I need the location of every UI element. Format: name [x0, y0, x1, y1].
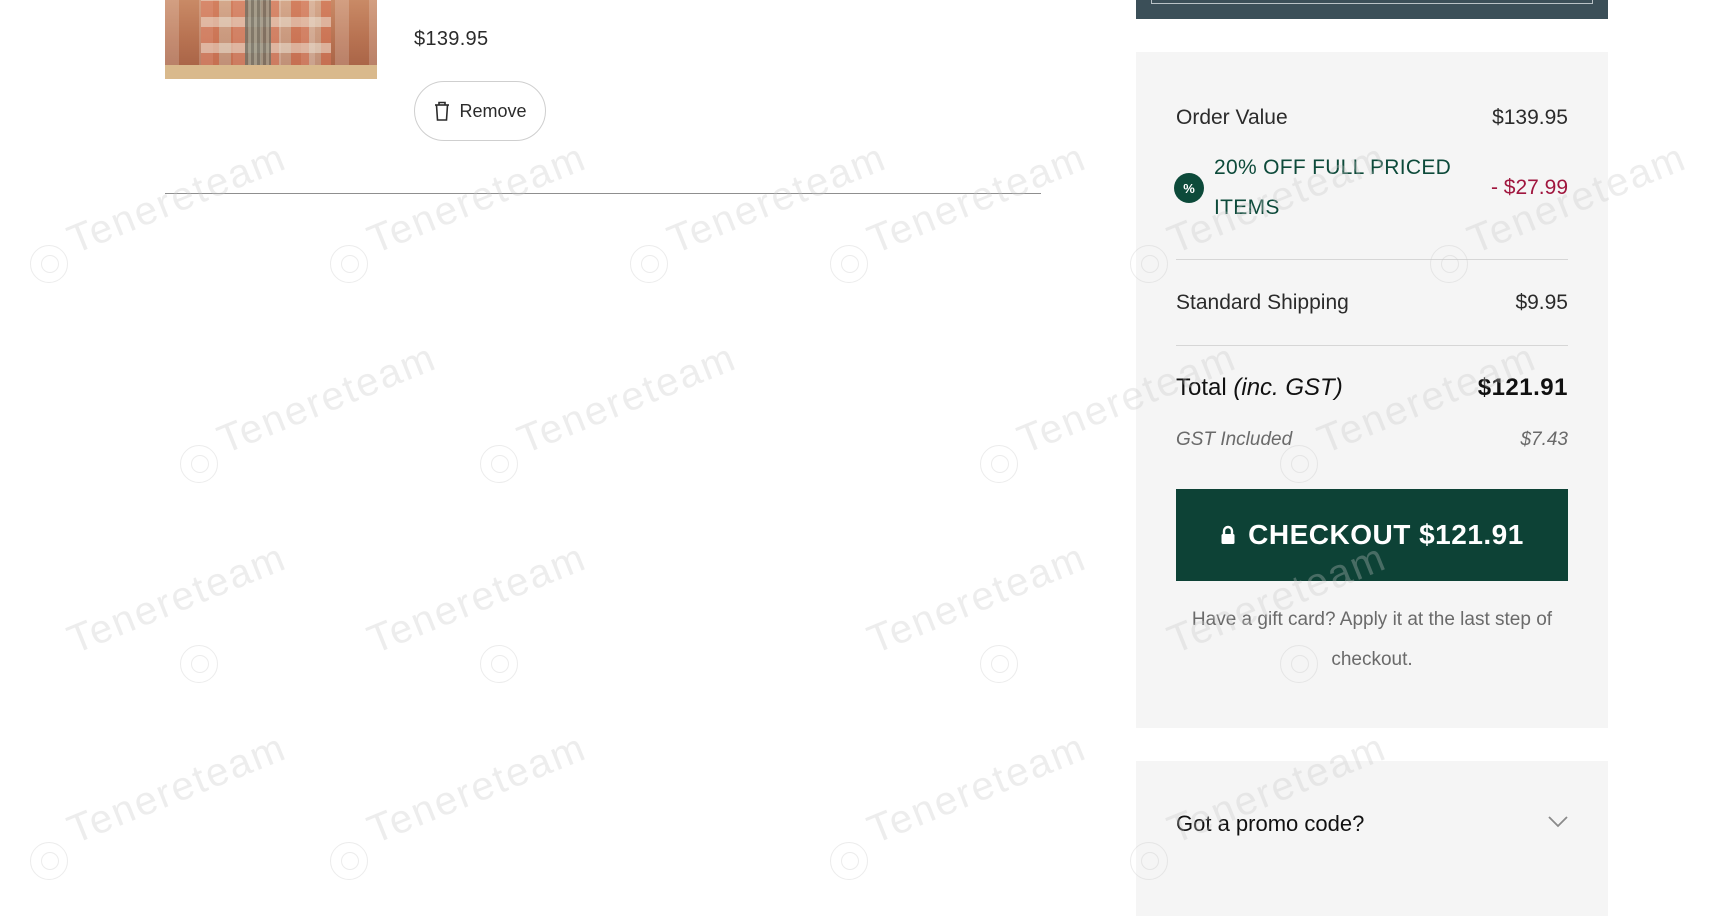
discount-amount: - $27.99: [1490, 176, 1568, 199]
watermark-text: Tenereteam: [511, 335, 743, 463]
watermark-text: Tenereteam: [361, 135, 593, 263]
summary-top-bar-outline: [1151, 0, 1593, 4]
watermark-text: Tenereteam: [61, 535, 293, 663]
watermark-text: Tenereteam: [61, 725, 293, 853]
watermark-text: Tenereteam: [361, 535, 593, 663]
discount-row: % 20% OFF FULL PRICED ITEMS - $27.99: [1176, 156, 1568, 219]
watermark-text: Tenereteam: [861, 535, 1093, 663]
shipping-row: Standard Shipping $9.95: [1176, 285, 1568, 321]
watermark-logo-icon: [180, 645, 218, 683]
total-label: Total: [1176, 374, 1227, 401]
lock-icon: [1221, 525, 1235, 544]
percent-badge-icon: %: [1176, 175, 1202, 201]
gst-amount: $7.43: [1520, 429, 1568, 450]
watermark-logo-icon: [830, 245, 868, 283]
order-value-row: Order Value $139.95: [1176, 100, 1568, 136]
remove-button-label: Remove: [459, 100, 527, 121]
watermark-text: Tenereteam: [861, 725, 1093, 853]
total-suffix: (inc. GST): [1233, 374, 1343, 401]
product-image-floor: [165, 65, 377, 79]
watermark-text: Tenereteam: [861, 135, 1093, 263]
watermark-logo-icon: [980, 445, 1018, 483]
watermark-logo-icon: [330, 245, 368, 283]
product-thumbnail[interactable]: [165, 0, 377, 79]
summary-top-bar: [1136, 0, 1608, 19]
watermark-logo-icon: [630, 245, 668, 283]
watermark-logo-icon: [980, 645, 1018, 683]
trash-icon: [435, 101, 450, 121]
gst-label: GST Included: [1176, 429, 1293, 450]
gst-row: GST Included $7.43: [1176, 425, 1568, 455]
gift-card-note: Have a gift card? Apply it at the last s…: [1191, 609, 1553, 670]
watermark-logo-icon: [30, 245, 68, 283]
total-amount: $121.91: [1477, 374, 1568, 401]
remove-button[interactable]: Remove: [414, 81, 546, 141]
summary-divider: [1176, 345, 1568, 346]
summary-divider: [1176, 259, 1568, 260]
discount-label: 20% OFF FULL PRICED ITEMS: [1214, 156, 1452, 219]
item-price: $139.95: [414, 28, 489, 50]
order-value-label: Order Value: [1176, 106, 1288, 129]
watermark-logo-icon: [830, 842, 868, 880]
shipping-label: Standard Shipping: [1176, 291, 1349, 314]
watermark-text: Tenereteam: [61, 135, 293, 263]
watermark-text: Tenereteam: [211, 335, 443, 463]
watermark-text: Tenereteam: [361, 725, 593, 853]
item-divider: [165, 193, 1041, 194]
checkout-button-label: CHECKOUT $121.91: [1248, 519, 1524, 550]
promo-code-accordion[interactable]: Got a promo code?: [1136, 761, 1608, 916]
shipping-amount: $9.95: [1515, 291, 1568, 314]
watermark-logo-icon: [480, 645, 518, 683]
order-value-amount: $139.95: [1492, 106, 1568, 129]
watermark-logo-icon: [480, 445, 518, 483]
watermark-text: Tenereteam: [661, 135, 893, 263]
watermark-logo-icon: [180, 445, 218, 483]
chevron-down-icon[interactable]: [1547, 815, 1569, 829]
checkout-button[interactable]: CHECKOUT $121.91: [1176, 489, 1568, 581]
order-summary-panel: Order Value $139.95 % 20% OFF FULL PRICE…: [1136, 52, 1608, 728]
watermark-logo-icon: [330, 842, 368, 880]
total-label-group: Total (inc. GST): [1176, 374, 1343, 402]
watermark-logo-icon: [30, 842, 68, 880]
total-row: Total (inc. GST) $121.91: [1176, 368, 1568, 408]
promo-code-label: Got a promo code?: [1176, 811, 1365, 836]
